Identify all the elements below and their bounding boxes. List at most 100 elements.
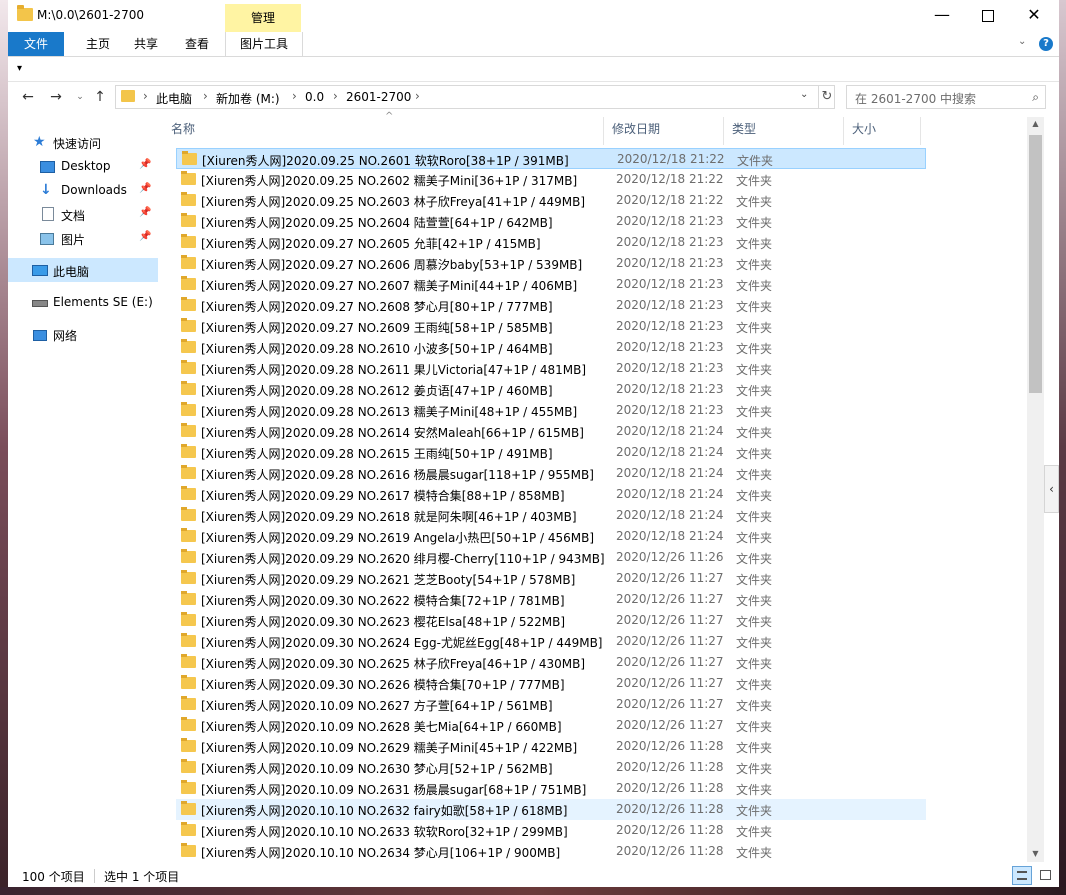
file-name: [Xiuren秀人网]2020.10.09 NO.2628 美七Mia[64+1… bbox=[201, 720, 562, 734]
file-row[interactable]: [Xiuren秀人网]2020.09.29 NO.2620 绯月樱-Cherry… bbox=[176, 547, 926, 568]
file-row[interactable]: [Xiuren秀人网]2020.09.28 NO.2614 安然Maleah[6… bbox=[176, 421, 926, 442]
back-arrow-icon[interactable]: ← bbox=[18, 87, 38, 107]
folder-icon bbox=[181, 360, 196, 374]
breadcrumb-separator-icon[interactable]: › bbox=[333, 89, 338, 103]
nav-network[interactable]: 网络 bbox=[8, 322, 158, 346]
file-row[interactable]: [Xiuren秀人网]2020.09.29 NO.2618 就是阿朱啊[46+1… bbox=[176, 505, 926, 526]
breadcrumb-drive[interactable]: 新加卷 (M:) bbox=[216, 90, 280, 107]
nav-this-pc[interactable]: 此电脑 bbox=[8, 258, 158, 282]
file-row[interactable]: [Xiuren秀人网]2020.09.27 NO.2607 糯美子Mini[44… bbox=[176, 274, 926, 295]
tab-manage-context[interactable]: 管理 bbox=[225, 4, 301, 32]
file-row[interactable]: [Xiuren秀人网]2020.09.30 NO.2622 模特合集[72+1P… bbox=[176, 589, 926, 610]
tab-share[interactable]: 共享 bbox=[126, 32, 166, 56]
column-header-date[interactable]: 修改日期 bbox=[604, 117, 724, 145]
nav-item-documents[interactable]: 文档 📌 bbox=[8, 202, 158, 226]
recent-locations-chevron-icon[interactable]: ⌄ bbox=[70, 87, 90, 107]
search-icon[interactable]: ⌕ bbox=[1032, 90, 1039, 105]
file-row[interactable]: [Xiuren秀人网]2020.10.09 NO.2627 方子萱[64+1P … bbox=[176, 694, 926, 715]
file-date: 2020/12/18 21:23 bbox=[616, 361, 724, 375]
tab-file[interactable]: 文件 bbox=[8, 32, 64, 56]
minimize-button[interactable]: — bbox=[919, 0, 965, 32]
breadcrumb-separator-icon[interactable]: › bbox=[292, 89, 297, 103]
file-name: [Xiuren秀人网]2020.09.25 NO.2604 陆萱萱[64+1P … bbox=[201, 216, 553, 230]
maximize-button[interactable] bbox=[965, 0, 1011, 32]
file-row[interactable]: [Xiuren秀人网]2020.09.29 NO.2617 模特合集[88+1P… bbox=[176, 484, 926, 505]
tab-home[interactable]: 主页 bbox=[78, 32, 118, 56]
scroll-down-arrow-icon[interactable]: ▼ bbox=[1027, 847, 1044, 861]
file-row[interactable]: [Xiuren秀人网]2020.09.30 NO.2625 林子欣Freya[4… bbox=[176, 652, 926, 673]
file-row[interactable]: [Xiuren秀人网]2020.09.28 NO.2613 糯美子Mini[48… bbox=[176, 400, 926, 421]
nav-item-desktop[interactable]: Desktop 📌 bbox=[8, 154, 158, 178]
file-row[interactable]: [Xiuren秀人网]2020.09.28 NO.2611 果儿Victoria… bbox=[176, 358, 926, 379]
file-row[interactable]: [Xiuren秀人网]2020.09.25 NO.2602 糯美子Mini[36… bbox=[176, 169, 926, 190]
desktop-icon bbox=[40, 161, 55, 173]
breadcrumb-separator-icon[interactable]: › bbox=[143, 89, 148, 103]
address-bar[interactable]: › 此电脑 › 新加卷 (M:) › 0.0 › 2601-2700 › ⌄ ↻ bbox=[115, 85, 835, 109]
file-name: [Xiuren秀人网]2020.09.27 NO.2609 王雨纯[58+1P … bbox=[201, 321, 553, 335]
file-row[interactable]: [Xiuren秀人网]2020.09.25 NO.2604 陆萱萱[64+1P … bbox=[176, 211, 926, 232]
file-row[interactable]: [Xiuren秀人网]2020.09.27 NO.2605 允菲[42+1P /… bbox=[176, 232, 926, 253]
file-row[interactable]: [Xiuren秀人网]2020.09.30 NO.2624 Egg-尤妮丝Egg… bbox=[176, 631, 926, 652]
customize-toolbar-chevron-icon[interactable]: ▾ bbox=[17, 63, 22, 74]
file-row[interactable]: [Xiuren秀人网]2020.09.29 NO.2619 Angela小热巴[… bbox=[176, 526, 926, 547]
desktop-background-bottom bbox=[0, 887, 1066, 895]
file-row[interactable]: [Xiuren秀人网]2020.10.10 NO.2633 软软Roro[32+… bbox=[176, 820, 926, 841]
pin-icon[interactable]: 📌 bbox=[139, 207, 151, 218]
scroll-up-arrow-icon[interactable]: ▲ bbox=[1027, 117, 1044, 131]
file-row[interactable]: [Xiuren秀人网]2020.10.09 NO.2629 糯美子Mini[45… bbox=[176, 736, 926, 757]
search-box[interactable]: 在 2601-2700 中搜索 ⌕ bbox=[846, 85, 1046, 109]
large-icons-view-icon[interactable] bbox=[1036, 866, 1056, 885]
breadcrumb-current-folder[interactable]: 2601-2700 bbox=[346, 90, 411, 104]
breadcrumb-separator-icon[interactable]: › bbox=[203, 89, 208, 103]
file-row[interactable]: [Xiuren秀人网]2020.09.30 NO.2623 樱花Elsa[48+… bbox=[176, 610, 926, 631]
column-header-name[interactable]: ^ 名称 bbox=[163, 111, 604, 145]
breadcrumb-this-pc[interactable]: 此电脑 bbox=[156, 90, 192, 107]
file-row[interactable]: [Xiuren秀人网]2020.09.28 NO.2615 王雨纯[50+1P … bbox=[176, 442, 926, 463]
file-row[interactable]: [Xiuren秀人网]2020.09.27 NO.2608 梦心月[80+1P … bbox=[176, 295, 926, 316]
preview-pane-toggle-chevron-icon[interactable]: ‹ bbox=[1044, 465, 1059, 513]
file-name: [Xiuren秀人网]2020.09.25 NO.2601 软软Roro[38+… bbox=[202, 154, 569, 168]
scrollbar-thumb[interactable] bbox=[1029, 135, 1042, 393]
column-header-type[interactable]: 类型 bbox=[724, 117, 844, 145]
up-arrow-icon[interactable]: ↑ bbox=[90, 87, 110, 107]
pin-icon[interactable]: 📌 bbox=[139, 183, 151, 194]
file-row[interactable]: [Xiuren秀人网]2020.10.09 NO.2630 梦心月[52+1P … bbox=[176, 757, 926, 778]
tab-picture-tools[interactable]: 图片工具 bbox=[225, 32, 303, 56]
column-header-size[interactable]: 大小 bbox=[844, 117, 921, 145]
nav-item-pictures[interactable]: 图片 📌 bbox=[8, 226, 158, 250]
file-row[interactable]: [Xiuren秀人网]2020.10.09 NO.2631 杨晨晨sugar[6… bbox=[176, 778, 926, 799]
file-row[interactable]: [Xiuren秀人网]2020.10.10 NO.2632 fairy如歌[58… bbox=[176, 799, 926, 820]
vertical-scrollbar[interactable]: ▲ ▼ bbox=[1027, 117, 1044, 862]
help-icon[interactable]: ? bbox=[1039, 37, 1053, 51]
file-row[interactable]: [Xiuren秀人网]2020.09.25 NO.2601 软软Roro[38+… bbox=[176, 148, 926, 169]
nav-item-downloads[interactable]: ↓ Downloads 📌 bbox=[8, 178, 158, 202]
close-button[interactable]: ✕ bbox=[1011, 0, 1057, 32]
forward-arrow-icon[interactable]: → bbox=[46, 87, 66, 107]
file-row[interactable]: [Xiuren秀人网]2020.09.27 NO.2606 周慕汐baby[53… bbox=[176, 253, 926, 274]
title-bar: M:\0.0\2601-2700 管理 — ✕ bbox=[8, 0, 1059, 32]
nav-drive-elements[interactable]: Elements SE (E:) bbox=[8, 290, 158, 314]
address-dropdown-chevron-icon[interactable]: ⌄ bbox=[800, 89, 808, 100]
file-row[interactable]: [Xiuren秀人网]2020.09.27 NO.2609 王雨纯[58+1P … bbox=[176, 316, 926, 337]
file-date: 2020/12/26 11:28 bbox=[616, 844, 724, 858]
file-row[interactable]: [Xiuren秀人网]2020.09.28 NO.2612 姜贞语[47+1P … bbox=[176, 379, 926, 400]
folder-icon bbox=[181, 234, 196, 248]
file-row[interactable]: [Xiuren秀人网]2020.09.28 NO.2610 小波多[50+1P … bbox=[176, 337, 926, 358]
file-row[interactable]: [Xiuren秀人网]2020.10.10 NO.2634 梦心月[106+1P… bbox=[176, 841, 926, 862]
nav-quick-access[interactable]: ★ 快速访问 bbox=[8, 130, 158, 154]
breadcrumb-folder[interactable]: 0.0 bbox=[305, 90, 324, 104]
file-row[interactable]: [Xiuren秀人网]2020.09.25 NO.2603 林子欣Freya[4… bbox=[176, 190, 926, 211]
file-row[interactable]: [Xiuren秀人网]2020.10.09 NO.2628 美七Mia[64+1… bbox=[176, 715, 926, 736]
file-row[interactable]: [Xiuren秀人网]2020.09.30 NO.2626 模特合集[70+1P… bbox=[176, 673, 926, 694]
file-row[interactable]: [Xiuren秀人网]2020.09.28 NO.2616 杨晨晨sugar[1… bbox=[176, 463, 926, 484]
expand-ribbon-chevron-icon[interactable]: ⌄ bbox=[1018, 36, 1026, 47]
file-row[interactable]: [Xiuren秀人网]2020.09.29 NO.2621 芝芝Booty[54… bbox=[176, 568, 926, 589]
refresh-icon[interactable]: ↻ bbox=[818, 86, 835, 108]
tab-view[interactable]: 查看 bbox=[177, 32, 217, 56]
pin-icon[interactable]: 📌 bbox=[139, 159, 151, 170]
breadcrumb-separator-icon[interactable]: › bbox=[415, 89, 420, 103]
file-type: 文件夹 bbox=[736, 594, 773, 608]
file-date: 2020/12/18 21:23 bbox=[616, 214, 724, 228]
details-view-icon[interactable] bbox=[1012, 866, 1032, 885]
pin-icon[interactable]: 📌 bbox=[139, 231, 151, 242]
